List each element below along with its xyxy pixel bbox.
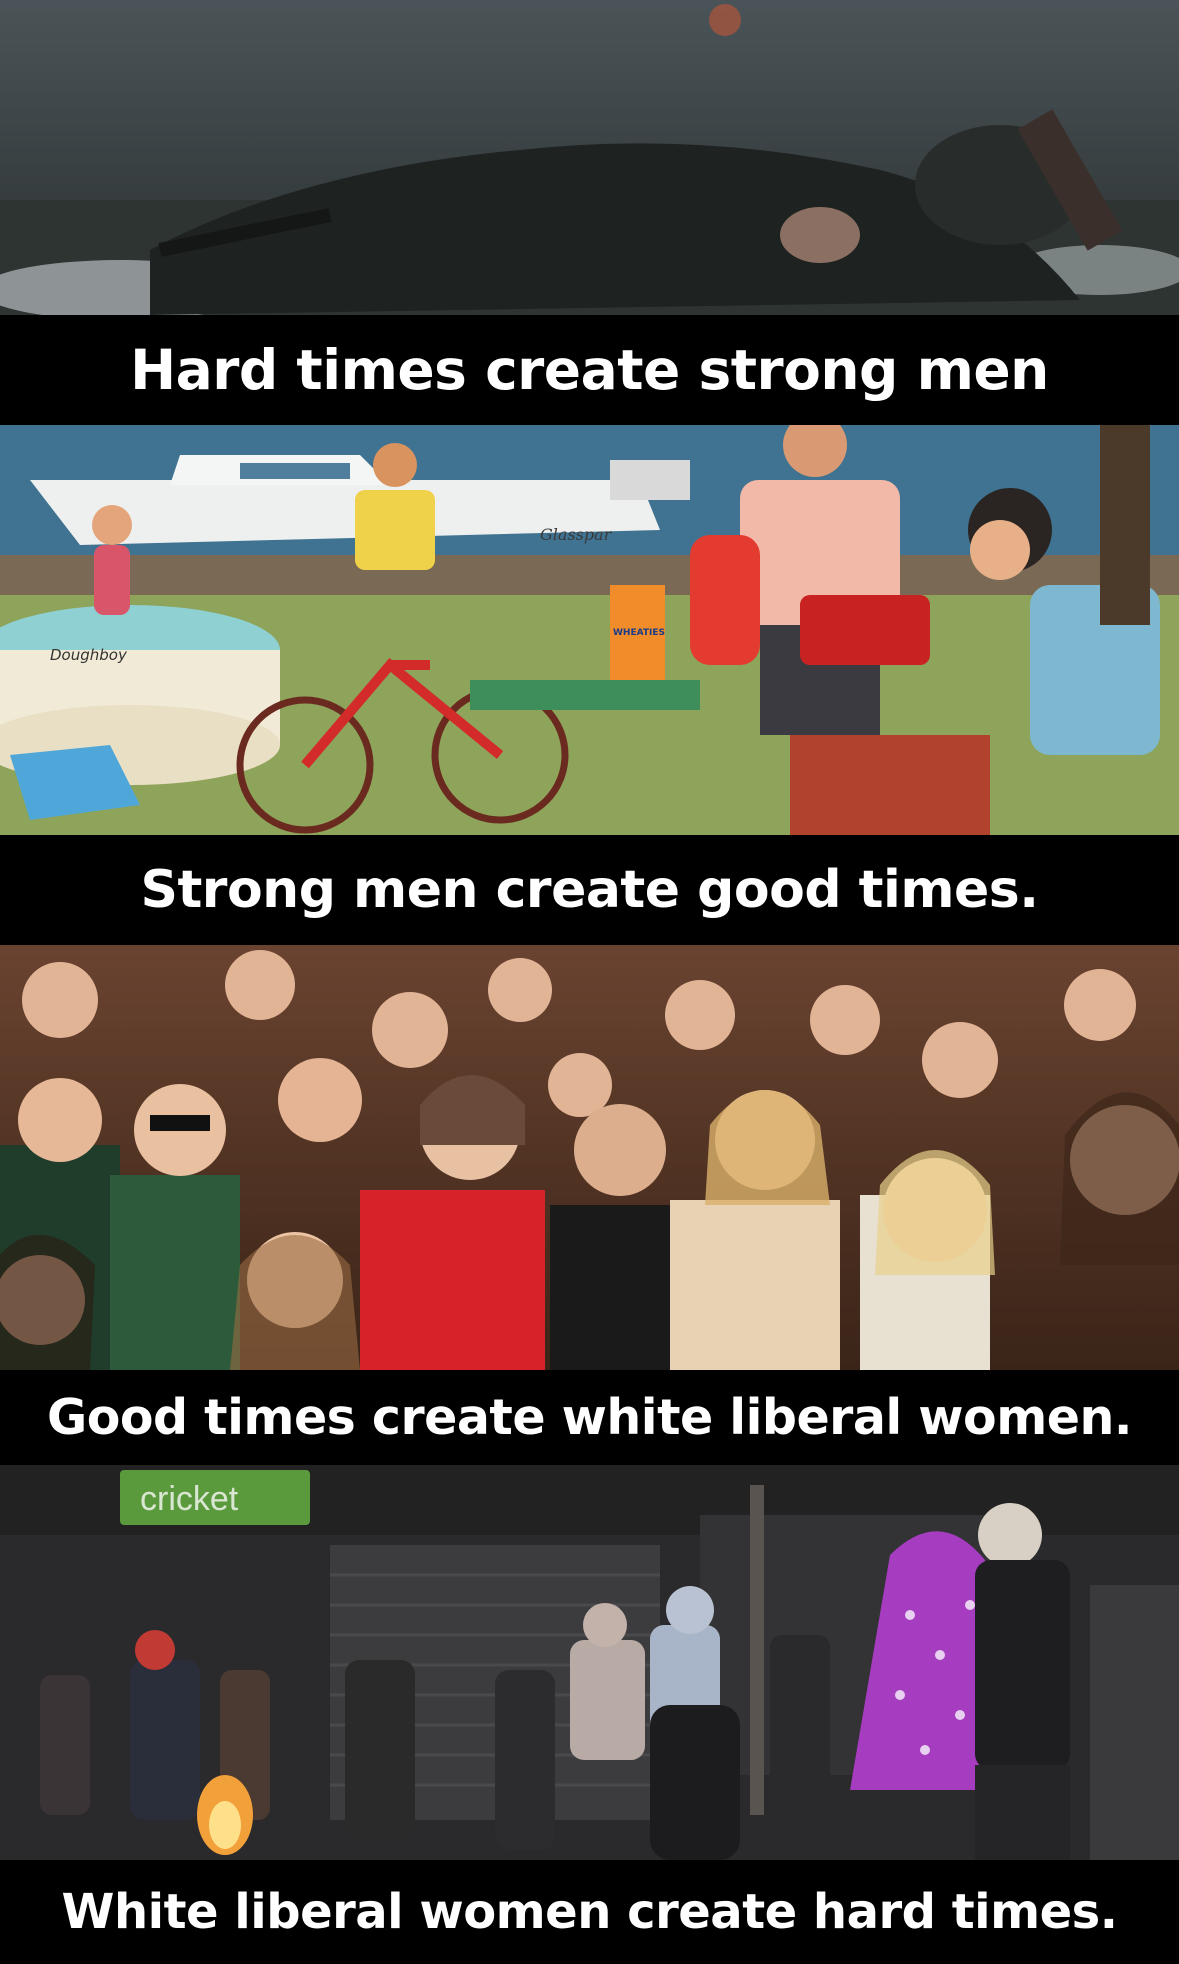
vintage-family-illustration: Glasspar Doughboy WHEATIES xyxy=(0,425,1179,835)
caption-3: Good times create white liberal women. xyxy=(0,1370,1179,1465)
caption-1-text: Hard times create strong men xyxy=(130,338,1049,402)
panel-group-photo xyxy=(0,945,1179,1370)
cereal-box-label: WHEATIES xyxy=(613,628,665,638)
street-scene-image: cricket xyxy=(0,1465,1179,1860)
caption-3-text: Good times create white liberal women. xyxy=(46,1389,1133,1446)
pool-brand-label: Doughboy xyxy=(50,646,128,664)
caption-2-text: Strong men create good times. xyxy=(140,860,1040,920)
red-dress xyxy=(360,1190,545,1370)
caption-4: White liberal women create hard times. xyxy=(0,1860,1179,1964)
cricket-sign-label: cricket xyxy=(140,1480,239,1518)
boat-brand-label: Glasspar xyxy=(540,525,613,544)
caption-2: Strong men create good times. xyxy=(0,835,1179,945)
panel-vintage-ad: Glasspar Doughboy WHEATIES xyxy=(0,425,1179,835)
group-photo-image xyxy=(0,945,1179,1370)
boy-yellow-shirt xyxy=(355,490,435,570)
battle-scene-image xyxy=(0,0,1179,315)
panel-battle-scene xyxy=(0,0,1179,315)
caption-4-text: White liberal women create hard times. xyxy=(61,1884,1118,1940)
caption-1: Hard times create strong men xyxy=(0,315,1179,425)
panel-street-scene: cricket xyxy=(0,1465,1179,1860)
